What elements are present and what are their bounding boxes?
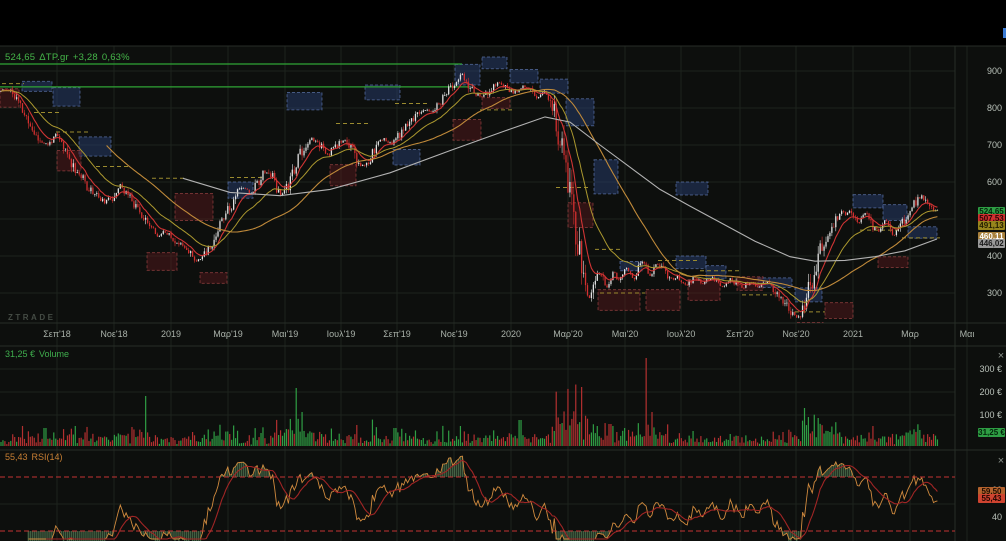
rsi-indicator-name: RSI(14) — [31, 452, 63, 462]
instrument-symbol: ΔTP.gr — [39, 52, 69, 63]
volume-current-value: 31,25 € — [5, 349, 36, 359]
volume-panel-label: 31,25 € Volume — [5, 349, 73, 359]
instrument-label: 524,65 ΔTP.gr +3,28 0,63% — [5, 52, 134, 63]
rsi-current-value: 55,43 — [5, 452, 28, 462]
instrument-last-price: 524,65 — [5, 52, 36, 63]
volume-close-icon[interactable]: × — [995, 351, 1006, 363]
instrument-change: +3,28 — [72, 52, 98, 63]
chart-canvas[interactable] — [0, 0, 1006, 541]
volume-indicator-name: Volume — [39, 349, 70, 359]
ztrade-watermark: ZTRADE — [8, 313, 56, 322]
trading-chart-window: 900 800 700 600 500 400 300 300 €200 €100 €60 40… — [0, 0, 1006, 541]
instrument-change-pct: 0,63% — [101, 52, 130, 63]
rsi-panel-label: 55,43 RSI(14) — [5, 452, 67, 462]
rsi-close-icon[interactable]: × — [995, 456, 1006, 468]
